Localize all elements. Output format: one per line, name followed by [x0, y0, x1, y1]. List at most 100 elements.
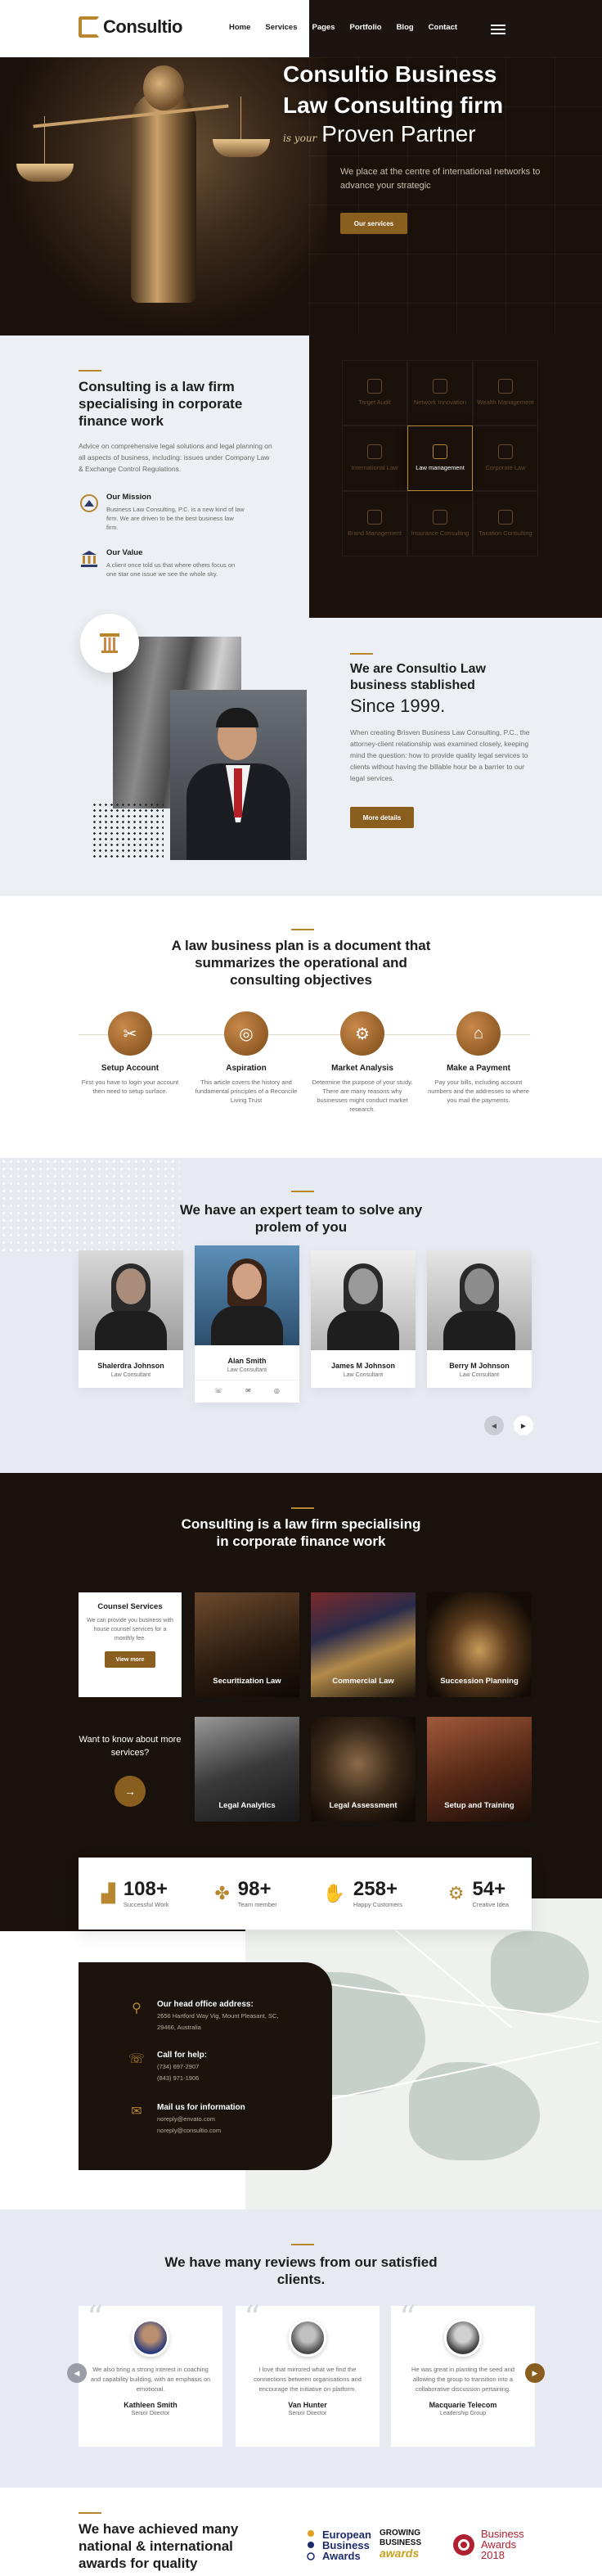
- nav-pages[interactable]: Pages: [312, 23, 335, 32]
- section-accent-line: [291, 929, 314, 930]
- team-member-card-active[interactable]: Alan Smith Law Consultant ☏ ✉ ◎: [195, 1245, 299, 1403]
- umbrella-icon: [433, 510, 447, 525]
- instagram-icon[interactable]: ◎: [274, 1387, 280, 1394]
- reviews-title: We have many reviews from our satisfied …: [164, 2254, 438, 2287]
- reviews-next-button[interactable]: ▶: [525, 2363, 545, 2383]
- hero-tag-script: is your: [283, 133, 317, 144]
- award-dots-icon: [307, 2530, 315, 2560]
- hero-tagline: is your Proven Partner: [283, 121, 476, 147]
- nav-contact[interactable]: Contact: [429, 23, 457, 32]
- email-link[interactable]: noreply@envato.com: [157, 2114, 245, 2123]
- review-card: “ We also bring a strong interest in coa…: [79, 2299, 222, 2447]
- contact-call: ☏ Call for help: (734) 697-2907 (843) 97…: [128, 2051, 208, 2083]
- payment-icon: ⌂: [456, 1011, 501, 1056]
- chevron-left-icon: ◀: [74, 2368, 80, 2377]
- stat-happy-customers: ✋ 258+ Happy Customers: [322, 1877, 402, 1908]
- view-more-button[interactable]: View more: [105, 1651, 155, 1668]
- logo[interactable]: Consultio: [79, 16, 182, 38]
- tile-setup-and-training[interactable]: Setup and Training: [427, 1717, 532, 1822]
- dot-pattern: [92, 802, 164, 858]
- stats-bar: ▟ 108+ Successful Work ✤ 98+ Team member ✋…: [79, 1858, 532, 1930]
- brand-icon: [367, 510, 382, 525]
- menu-icon[interactable]: [491, 25, 505, 37]
- service-target-audit[interactable]: Target Audit: [342, 360, 407, 426]
- reviews-prev-button[interactable]: ◀: [67, 2363, 87, 2383]
- contact-mail: ✉ Mail us for information noreply@envato…: [128, 2103, 245, 2135]
- more-services-button[interactable]: →: [115, 1776, 146, 1807]
- established-title: We are Consultio Law business stablished: [350, 662, 486, 692]
- service-corporate-law[interactable]: Corporate Law: [473, 426, 538, 491]
- nav-services[interactable]: Services: [265, 23, 297, 32]
- feature-mission: Our Mission Business Law Consulting, P.C…: [79, 493, 245, 532]
- team-member-card[interactable]: James M Johnson Law Consultant: [311, 1250, 416, 1388]
- globe-icon: [367, 444, 382, 459]
- email-link[interactable]: noreply@consultio.com: [157, 2126, 245, 2135]
- award-logo-european: European Business Awards: [304, 2529, 371, 2561]
- pillar-icon: [97, 631, 122, 655]
- hero-tag-big: Proven Partner: [321, 121, 476, 146]
- tile-securitization-law[interactable]: Securitization Law: [195, 1592, 299, 1697]
- gear-icon: ⚙: [447, 1883, 465, 1903]
- tax-icon: [498, 510, 513, 525]
- more-details-button[interactable]: More details: [350, 807, 414, 828]
- tile-commercial-law[interactable]: Commercial Law: [311, 1592, 416, 1697]
- team-icon: ✤: [214, 1883, 230, 1903]
- tools-icon: ✂: [108, 1011, 152, 1056]
- nav-portfolio[interactable]: Portfolio: [350, 23, 382, 32]
- about-title: Consulting is a law firm specialising in…: [79, 379, 243, 429]
- phone-link[interactable]: (734) 697-2907: [157, 2062, 207, 2071]
- wealth-icon: [498, 379, 513, 394]
- hero-title: Consultio Business Law Consulting firm: [283, 61, 504, 118]
- target-icon: ◎: [224, 1011, 268, 1056]
- hero-statue-image: [0, 57, 327, 336]
- service-international-law[interactable]: International Law: [342, 426, 407, 491]
- service-brand-management[interactable]: Brand Management: [342, 491, 407, 556]
- team-prev-button[interactable]: ◀: [484, 1416, 504, 1435]
- gavel-icon: [433, 444, 447, 459]
- counsel-services-card: Counsel Services We can provide you busi…: [79, 1592, 182, 1697]
- section-accent-line: [350, 653, 373, 655]
- mail-icon[interactable]: ✉: [245, 1387, 251, 1394]
- phone-icon[interactable]: ☏: [214, 1387, 222, 1394]
- avatar: [132, 2319, 169, 2357]
- member-photo: [427, 1250, 532, 1350]
- tile-legal-assessment[interactable]: Legal Assessment: [311, 1717, 416, 1822]
- handshake-icon: ✋: [322, 1883, 345, 1903]
- services-dark-title: Consulting is a law firm specialising in…: [181, 1516, 421, 1549]
- member-social-links: ☏ ✉ ◎: [195, 1380, 299, 1403]
- step-setup-account: ✂ Setup Account First you have to login …: [75, 1011, 185, 1096]
- service-network-innovation[interactable]: Network Innovation: [407, 360, 473, 426]
- target-icon: [367, 379, 382, 394]
- service-insurance-consulting[interactable]: Insurance Consulting: [407, 491, 473, 556]
- chevron-right-icon: ▶: [532, 2368, 538, 2377]
- step-make-payment: ⌂ Make a Payment Pay your bills, includi…: [424, 1011, 533, 1105]
- analysis-icon: ⚙: [340, 1011, 384, 1056]
- tile-legal-analytics[interactable]: Legal Analytics: [195, 1717, 299, 1822]
- service-taxation-consulting[interactable]: Taxation Consulting: [473, 491, 538, 556]
- phone-link[interactable]: (843) 971-1906: [157, 2074, 207, 2083]
- mail-icon: ✉: [131, 2105, 142, 2119]
- step-aspiration: ◎ Aspiration This article covers the his…: [191, 1011, 301, 1105]
- services-grid: Target Audit Network Innovation Wealth M…: [342, 360, 538, 565]
- more-services-question: Want to know about more services?: [79, 1735, 182, 1758]
- nav-home[interactable]: Home: [229, 23, 250, 32]
- quote-icon: “: [244, 2299, 261, 2337]
- team-member-card[interactable]: Shalerdra Johnson Law Consultant: [79, 1250, 183, 1388]
- nav-blog[interactable]: Blog: [397, 23, 414, 32]
- service-law-management[interactable]: Law management: [407, 426, 473, 491]
- logo-icon: [79, 16, 100, 38]
- award-logo-business: Business Awards 2018: [452, 2529, 524, 2560]
- team-member-card[interactable]: Berry M Johnson Law Consultant: [427, 1250, 532, 1388]
- building-icon: [498, 444, 513, 459]
- dot-pattern: [0, 1158, 180, 1256]
- service-wealth-management[interactable]: Wealth Management: [473, 360, 538, 426]
- contact-office: ⚲ Our head office address: 2656 Hartford…: [128, 2000, 278, 2032]
- stat-successful-work: ▟ 108+ Successful Work: [101, 1877, 169, 1908]
- tile-succession-planning[interactable]: Succession Planning: [427, 1592, 532, 1697]
- team-title: We have an expert team to solve any prol…: [179, 1202, 423, 1235]
- team-next-button[interactable]: ▶: [514, 1416, 533, 1435]
- review-card: “ He was great in planting the seed and …: [391, 2299, 535, 2447]
- our-services-button[interactable]: Our services: [340, 213, 407, 234]
- section-accent-line: [291, 2244, 314, 2245]
- location-pin-icon: ⚲: [132, 2002, 142, 2015]
